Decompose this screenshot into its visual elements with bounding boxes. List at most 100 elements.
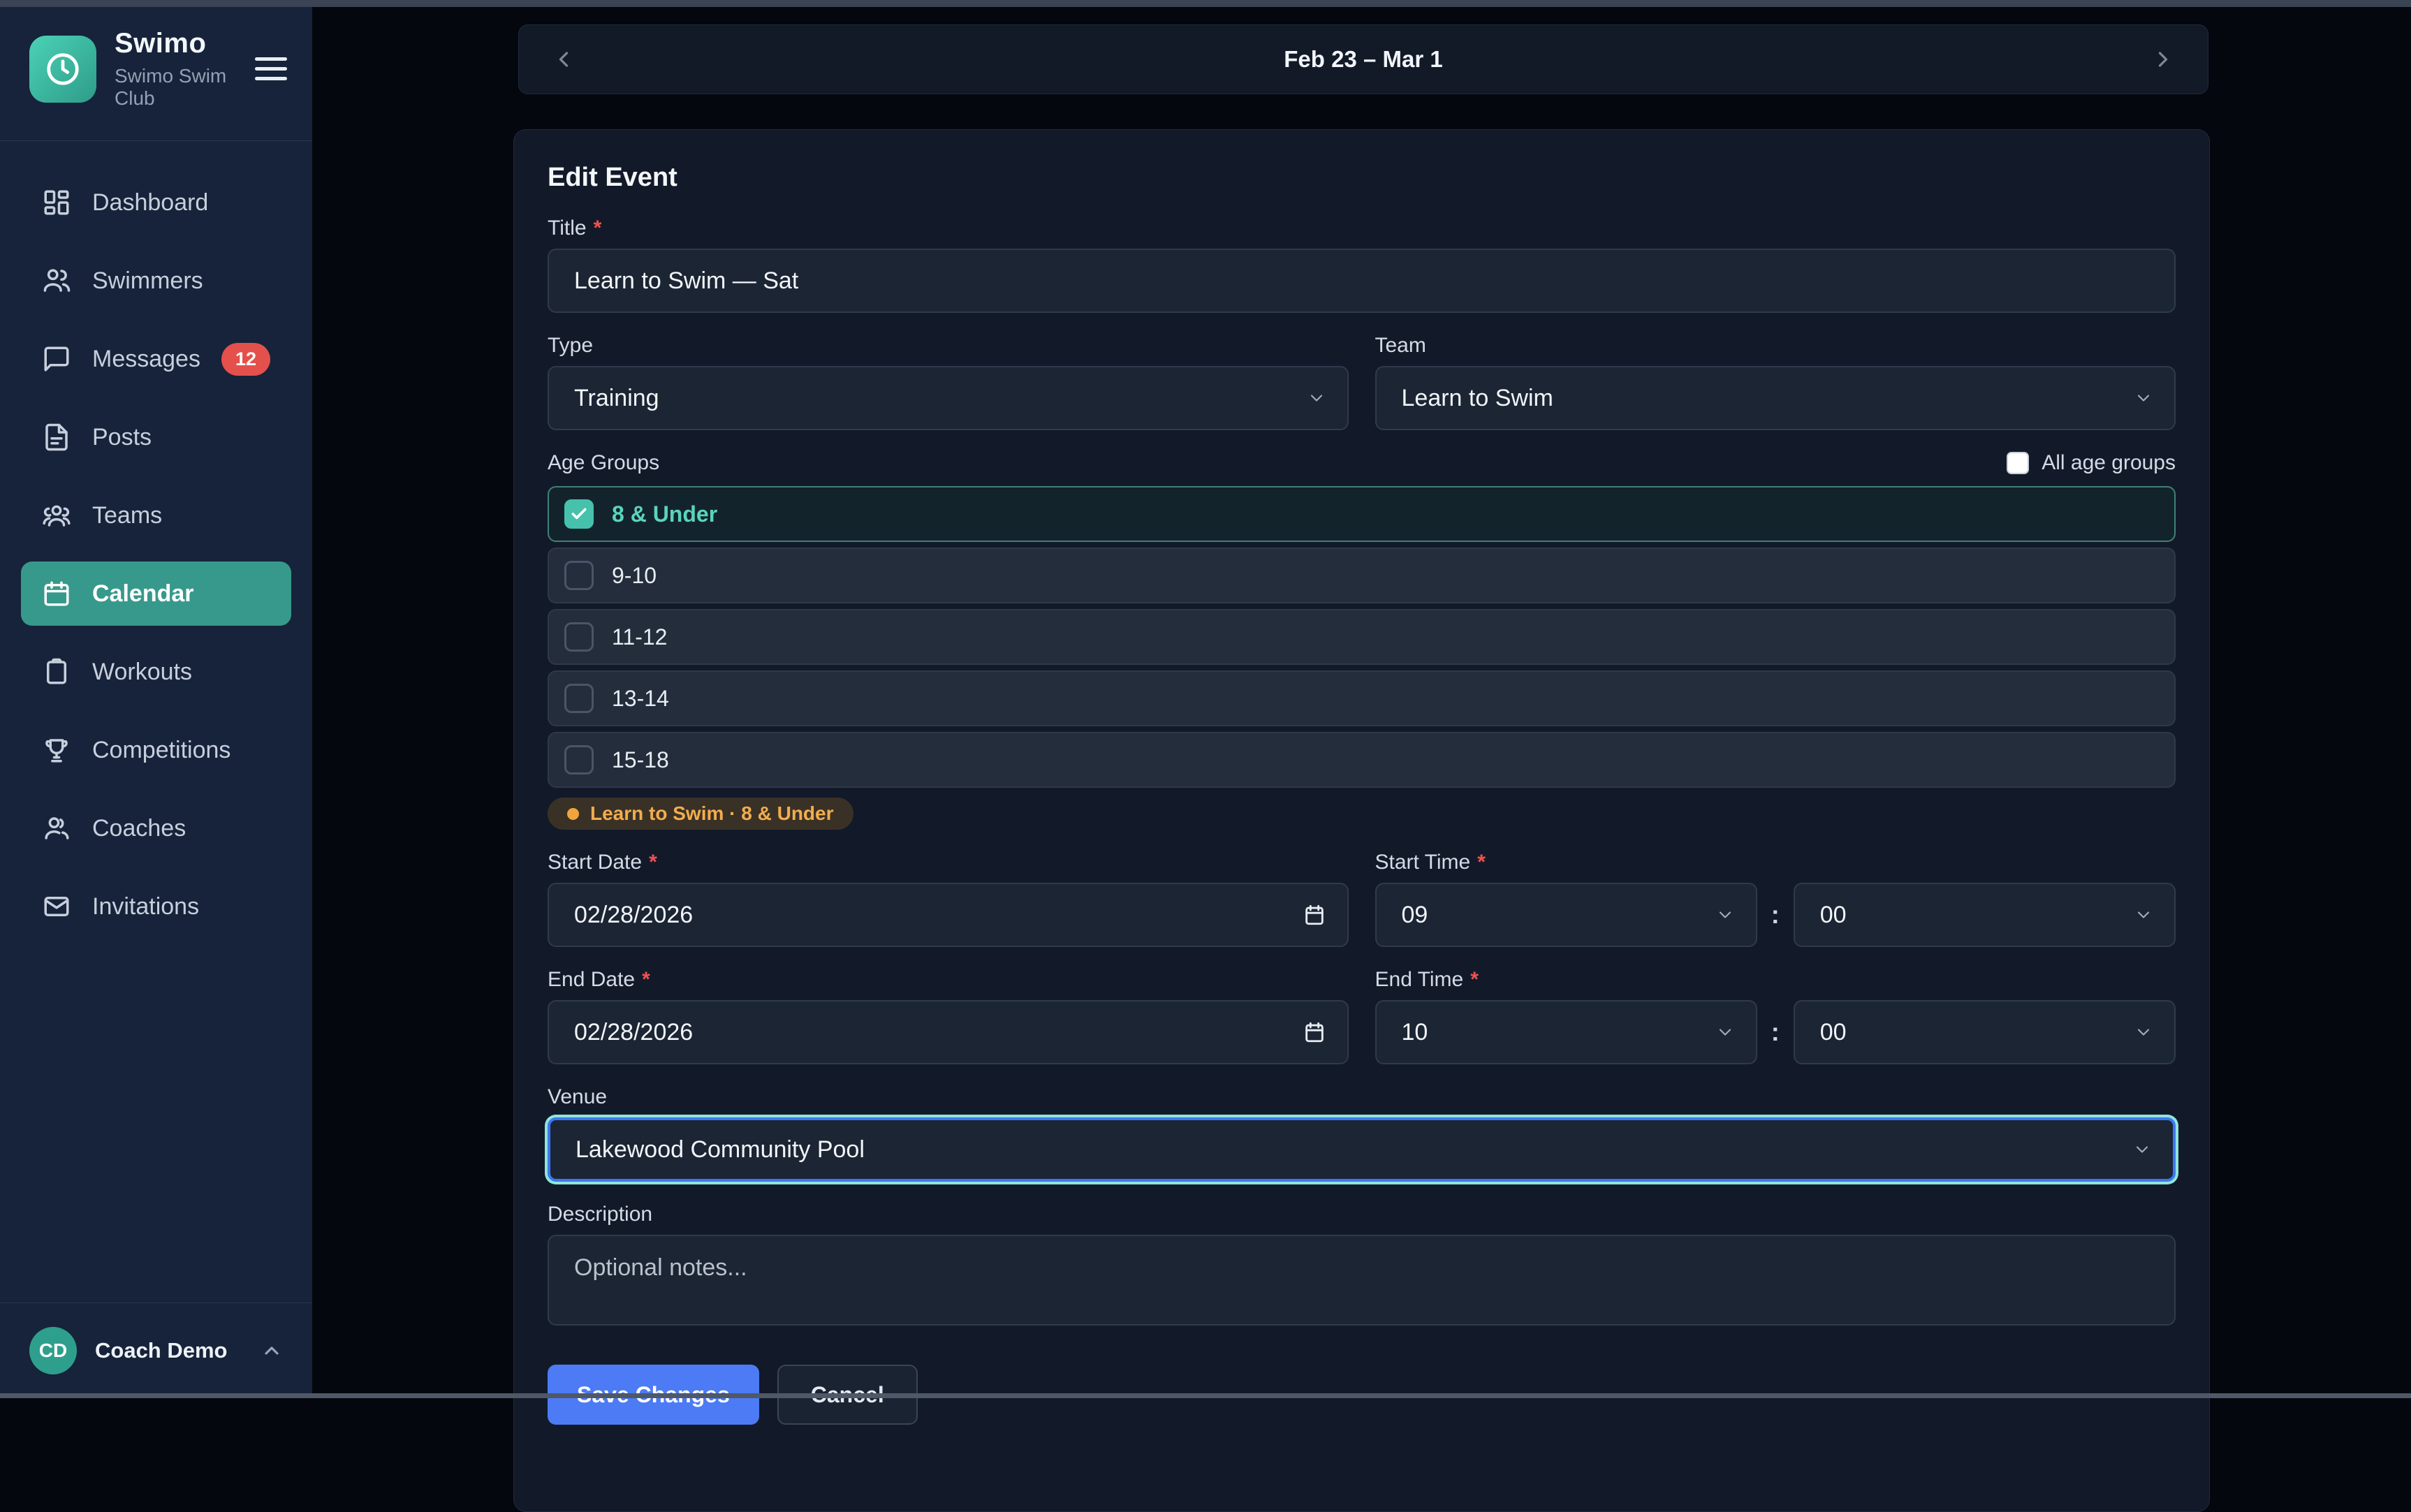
end-date-input[interactable]: 02/28/2026 [548, 1000, 1349, 1064]
sidebar-item-label: Posts [92, 424, 152, 451]
age-group-label: 13-14 [612, 686, 669, 712]
form-heading: Edit Event [548, 163, 2176, 191]
start-time-label: Start Time * [1375, 851, 2176, 874]
description-textarea[interactable] [548, 1235, 2176, 1326]
type-label: Type [548, 334, 1349, 358]
checkbox-icon [2007, 452, 2029, 474]
dot-icon [567, 808, 579, 820]
mail-icon [42, 892, 71, 921]
sidebar-nav: Dashboard Swimmers Messages 12 Posts Tea… [0, 141, 312, 1302]
sidebar-item-competitions[interactable]: Competitions [21, 718, 291, 782]
end-time-label: End Time * [1375, 968, 2176, 992]
time-separator: : [1771, 1018, 1780, 1047]
sidebar-item-label: Competitions [92, 737, 230, 764]
sidebar-item-coaches[interactable]: Coaches [21, 796, 291, 860]
clock-icon [44, 50, 82, 88]
week-navigation-bar: Feb 23 – Mar 1 [518, 24, 2208, 94]
title-input[interactable] [548, 249, 2176, 313]
date-range-label: Feb 23 – Mar 1 [519, 46, 2208, 73]
window-top-edge [0, 0, 2411, 7]
required-marker: * [642, 968, 650, 992]
type-selected-value: Training [574, 385, 659, 412]
sidebar: Swimo Swimo Swim Club Dashboard Swimmers… [0, 0, 312, 1398]
age-groups-label: Age Groups [548, 451, 659, 475]
calendar-picker-icon [1303, 903, 1326, 927]
all-age-groups-checkbox[interactable]: All age groups [2007, 451, 2176, 475]
selected-team-agegroup-badge: Learn to Swim · 8 & Under [548, 798, 853, 830]
age-group-label: 9-10 [612, 563, 657, 589]
start-date-value: 02/28/2026 [574, 902, 693, 929]
type-select[interactable]: Training [548, 366, 1349, 430]
app-subtitle: Swimo Swim Club [115, 65, 237, 110]
time-separator: : [1771, 900, 1780, 930]
sidebar-item-label: Teams [92, 502, 162, 529]
team-select[interactable]: Learn to Swim [1375, 366, 2176, 430]
messages-count-badge: 12 [221, 343, 270, 376]
sidebar-item-calendar[interactable]: Calendar [21, 562, 291, 626]
menu-toggle-icon[interactable] [255, 57, 287, 80]
team-selected-value: Learn to Swim [1402, 385, 1553, 412]
age-group-option-8-under[interactable]: 8 & Under [548, 486, 2176, 542]
venue-select[interactable]: Lakewood Community Pool [548, 1117, 2176, 1182]
calendar-icon [42, 579, 71, 608]
chevron-down-icon [2134, 905, 2153, 925]
end-minute-select[interactable]: 00 [1794, 1000, 2176, 1064]
sidebar-item-posts[interactable]: Posts [21, 405, 291, 469]
sidebar-item-messages[interactable]: Messages 12 [21, 327, 291, 391]
sidebar-item-label: Messages [92, 346, 200, 373]
start-minute-select[interactable]: 00 [1794, 883, 2176, 947]
required-marker: * [1470, 968, 1479, 992]
age-group-option-15-18[interactable]: 15-18 [548, 732, 2176, 788]
sidebar-item-invitations[interactable]: Invitations [21, 874, 291, 939]
description-label: Description [548, 1203, 2176, 1226]
chevron-right-icon [2150, 47, 2176, 72]
posts-icon [42, 423, 71, 452]
end-date-value: 02/28/2026 [574, 1019, 693, 1046]
end-time-field: End Time * 10 : 00 [1375, 968, 2176, 1064]
title-label: Title * [548, 216, 2176, 240]
next-week-button[interactable] [2150, 47, 2176, 72]
logo-text: Swimo Swimo Swim Club [115, 28, 237, 110]
chevron-down-icon [1307, 388, 1326, 408]
sidebar-item-label: Invitations [92, 893, 199, 920]
age-group-label: 15-18 [612, 747, 669, 773]
required-marker: * [649, 851, 657, 874]
required-marker: * [594, 216, 602, 240]
start-time-controls: 09 : 00 [1375, 883, 2176, 947]
end-row: End Date * 02/28/2026 End Time * 10 [548, 968, 2176, 1064]
sidebar-item-swimmers[interactable]: Swimmers [21, 249, 291, 313]
start-row: Start Date * 02/28/2026 Start Time * 09 [548, 851, 2176, 947]
user-menu[interactable]: CD Coach Demo [0, 1302, 312, 1398]
main-content: Feb 23 – Mar 1 Edit Event Title * Type T… [312, 0, 2411, 1398]
end-date-field: End Date * 02/28/2026 [548, 968, 1349, 1064]
sidebar-item-label: Calendar [92, 580, 194, 608]
age-group-option-13-14[interactable]: 13-14 [548, 670, 2176, 726]
sidebar-item-teams[interactable]: Teams [21, 483, 291, 548]
start-date-input[interactable]: 02/28/2026 [548, 883, 1349, 947]
end-hour-select[interactable]: 10 [1375, 1000, 1757, 1064]
end-date-label: End Date * [548, 968, 1349, 992]
sidebar-item-label: Coaches [92, 815, 186, 842]
age-group-option-9-10[interactable]: 9-10 [548, 548, 2176, 603]
sidebar-item-workouts[interactable]: Workouts [21, 640, 291, 704]
sidebar-header: Swimo Swimo Swim Club [0, 0, 312, 141]
workouts-icon [42, 657, 71, 687]
start-date-field: Start Date * 02/28/2026 [548, 851, 1349, 947]
app-title: Swimo [115, 28, 237, 59]
start-hour-select[interactable]: 09 [1375, 883, 1757, 947]
age-group-option-11-12[interactable]: 11-12 [548, 609, 2176, 665]
start-minute-value: 00 [1820, 902, 1847, 929]
chevron-down-icon [2134, 1022, 2153, 1042]
required-marker: * [1477, 851, 1486, 874]
previous-week-button[interactable] [551, 47, 576, 72]
end-time-controls: 10 : 00 [1375, 1000, 2176, 1064]
team-label: Team [1375, 334, 2176, 358]
chevron-down-icon [1715, 1022, 1735, 1042]
end-hour-value: 10 [1402, 1019, 1428, 1046]
chevron-down-icon [2134, 388, 2153, 408]
window-bottom-edge [0, 1393, 2411, 1398]
user-name: Coach Demo [95, 1338, 227, 1363]
sidebar-item-label: Workouts [92, 659, 192, 686]
sidebar-item-dashboard[interactable]: Dashboard [21, 170, 291, 235]
venue-selected-value: Lakewood Community Pool [576, 1136, 865, 1164]
